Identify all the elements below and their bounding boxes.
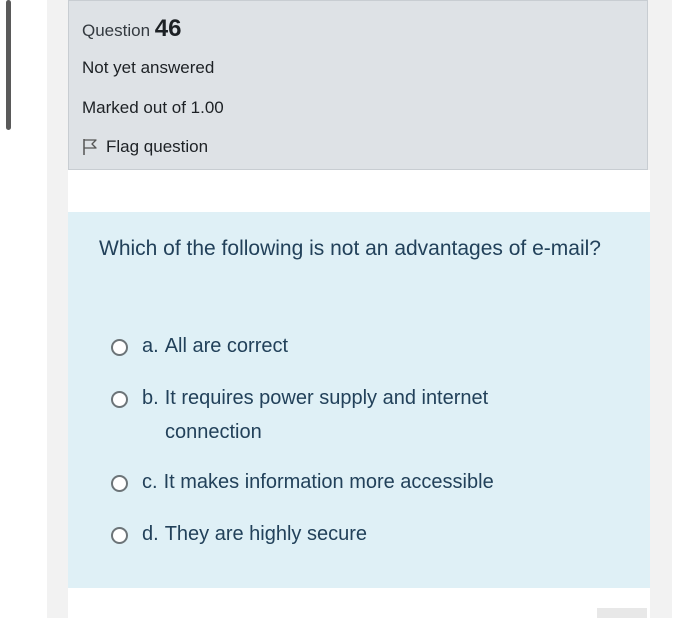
option-letter: c. — [142, 471, 158, 493]
question-number-heading: Question 46 — [82, 15, 181, 43]
option-label-line1: It requires power supply and internet — [164, 387, 489, 409]
option-letter: a. — [142, 335, 159, 357]
option-letter: b. — [142, 387, 159, 409]
question-state: Not yet answered — [82, 58, 215, 77]
option-label: All are correct — [164, 335, 289, 357]
answer-option-b[interactable]: b. It requires power supply and internet … — [111, 387, 522, 449]
radio-button-b[interactable] — [111, 391, 128, 408]
answer-option-c[interactable]: c. It makes information more accessible — [111, 471, 494, 494]
radio-button-c[interactable] — [111, 475, 128, 492]
flag-icon — [82, 138, 98, 156]
flag-question-label: Flag question — [106, 137, 209, 156]
question-prefix: Question — [82, 21, 151, 40]
radio-button-d[interactable] — [111, 527, 128, 544]
flag-question-toggle[interactable]: Flag question — [82, 137, 208, 157]
radio-button-a[interactable] — [111, 339, 128, 356]
option-label: It makes information more accessible — [163, 471, 494, 493]
answer-option-a[interactable]: a. All are correct — [111, 335, 288, 358]
corner-strip — [597, 608, 647, 618]
option-label: They are highly secure — [164, 523, 368, 545]
question-marks: Marked out of 1.00 — [82, 98, 224, 117]
question-text: Which of the following is not an advanta… — [99, 237, 601, 260]
panel-separator — [68, 170, 650, 212]
question-number: 46 — [154, 15, 182, 42]
question-info-panel: Question 46 Not yet answered Marked out … — [68, 0, 648, 170]
scrollbar-thumb[interactable] — [6, 0, 11, 130]
option-label-line2: connection — [165, 421, 262, 443]
answer-option-d[interactable]: d. They are highly secure — [111, 523, 367, 546]
content-footer-area — [68, 588, 650, 618]
question-content: Which of the following is not an advanta… — [68, 212, 650, 588]
option-letter: d. — [142, 523, 159, 545]
